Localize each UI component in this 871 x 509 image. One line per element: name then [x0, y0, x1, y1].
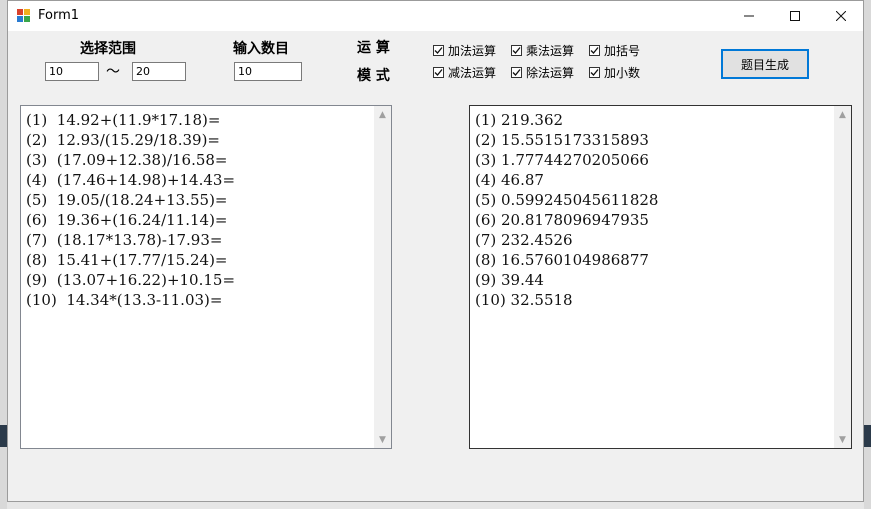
answer-line: (5) 0.599245045611828	[475, 191, 659, 209]
range-min-input[interactable]: 10	[45, 62, 99, 81]
range-max-input[interactable]: 20	[132, 62, 186, 81]
count-input[interactable]: 10	[234, 62, 302, 81]
check-icon	[511, 67, 522, 78]
check-icon	[589, 67, 600, 78]
questions-scrollbar[interactable]: ▲ ▼	[374, 106, 391, 448]
background-app-bar-right	[864, 425, 871, 447]
question-line: (7) (18.17*13.78)-17.93=	[26, 231, 223, 249]
answers-textbox[interactable]: (1) 219.362 (2) 15.5515173315893 (3) 1.777…	[469, 105, 852, 449]
question-line: (5) 19.05/(18.24+13.55)=	[26, 191, 228, 209]
question-line: (10) 14.34*(13.3-11.03)=	[26, 291, 223, 309]
questions-list: (1) 14.92+(11.9*17.18)= (2) 12.93/(15.29/…	[26, 110, 235, 310]
answer-line: (10) 32.5518	[475, 291, 573, 309]
answer-line: (4) 46.87	[475, 171, 544, 189]
check-icon	[433, 67, 444, 78]
answer-line: (9) 39.44	[475, 271, 544, 289]
range-label: 选择范围	[80, 41, 136, 57]
checkbox-multiplication-label: 乘法运算	[526, 44, 575, 58]
title-bar[interactable]: Form1	[8, 1, 863, 31]
count-label: 输入数目	[233, 41, 289, 57]
generate-button[interactable]: 题目生成	[721, 49, 809, 79]
question-line: (2) 12.93/(15.29/18.39)=	[26, 131, 220, 149]
answer-line: (8) 16.5760104986877	[475, 251, 649, 269]
question-line: (9) (13.07+16.22)+10.15=	[26, 271, 236, 289]
answers-scrollbar[interactable]: ▲ ▼	[834, 106, 851, 448]
checkbox-brackets-label: 加括号	[604, 44, 641, 58]
answer-line: (3) 1.77744270205066	[475, 151, 649, 169]
checkbox-multiplication[interactable]: 乘法运算	[511, 42, 574, 59]
check-icon	[433, 45, 444, 56]
checkbox-decimals[interactable]: 加小数	[589, 64, 640, 81]
answer-line: (2) 15.5515173315893	[475, 131, 649, 149]
answer-line: (6) 20.8178096947935	[475, 211, 649, 229]
app-icon	[17, 9, 30, 22]
checkbox-addition-label: 加法运算	[448, 44, 497, 58]
scroll-up-icon[interactable]: ▲	[374, 106, 391, 123]
checkbox-subtraction[interactable]: 减法运算	[433, 64, 496, 81]
checkbox-brackets[interactable]: 加括号	[589, 42, 640, 59]
checkbox-subtraction-label: 减法运算	[448, 66, 497, 80]
question-line: (1) 14.92+(11.9*17.18)=	[26, 111, 221, 129]
question-line: (4) (17.46+14.98)+14.43=	[26, 171, 236, 189]
scroll-down-icon[interactable]: ▼	[834, 431, 851, 448]
background-app-bar	[0, 425, 7, 447]
scroll-up-icon[interactable]: ▲	[834, 106, 851, 123]
scroll-down-icon[interactable]: ▼	[374, 431, 391, 448]
checkbox-division[interactable]: 除法运算	[511, 64, 574, 81]
answer-line: (7) 232.4526	[475, 231, 573, 249]
window-title: Form1	[38, 8, 80, 23]
check-icon	[589, 45, 600, 56]
answer-line: (1) 219.362	[475, 111, 564, 129]
minimize-icon	[744, 15, 754, 17]
checkbox-division-label: 除法运算	[526, 66, 575, 80]
check-icon	[511, 45, 522, 56]
question-line: (3) (17.09+12.38)/16.58=	[26, 151, 228, 169]
questions-textbox[interactable]: (1) 14.92+(11.9*17.18)= (2) 12.93/(15.29/…	[20, 105, 392, 449]
form-window: Form1 选择范围 10 ～ 20 输入数目 10 运 算 模 式 加法运算 …	[7, 0, 864, 502]
checkbox-decimals-label: 加小数	[604, 66, 641, 80]
answers-list: (1) 219.362 (2) 15.5515173315893 (3) 1.777…	[475, 110, 658, 310]
question-line: (6) 19.36+(16.24/11.14)=	[26, 211, 228, 229]
close-icon	[836, 11, 846, 21]
minimize-button[interactable]	[726, 1, 772, 31]
checkbox-addition[interactable]: 加法运算	[433, 42, 496, 59]
mode-label-line1: 运 算	[357, 40, 390, 56]
maximize-icon	[790, 11, 800, 21]
mode-label-line2: 模 式	[357, 68, 390, 84]
close-button[interactable]	[818, 1, 864, 31]
range-separator: ～	[106, 64, 120, 80]
maximize-button[interactable]	[772, 1, 818, 31]
question-line: (8) 15.41+(17.77/15.24)=	[26, 251, 228, 269]
